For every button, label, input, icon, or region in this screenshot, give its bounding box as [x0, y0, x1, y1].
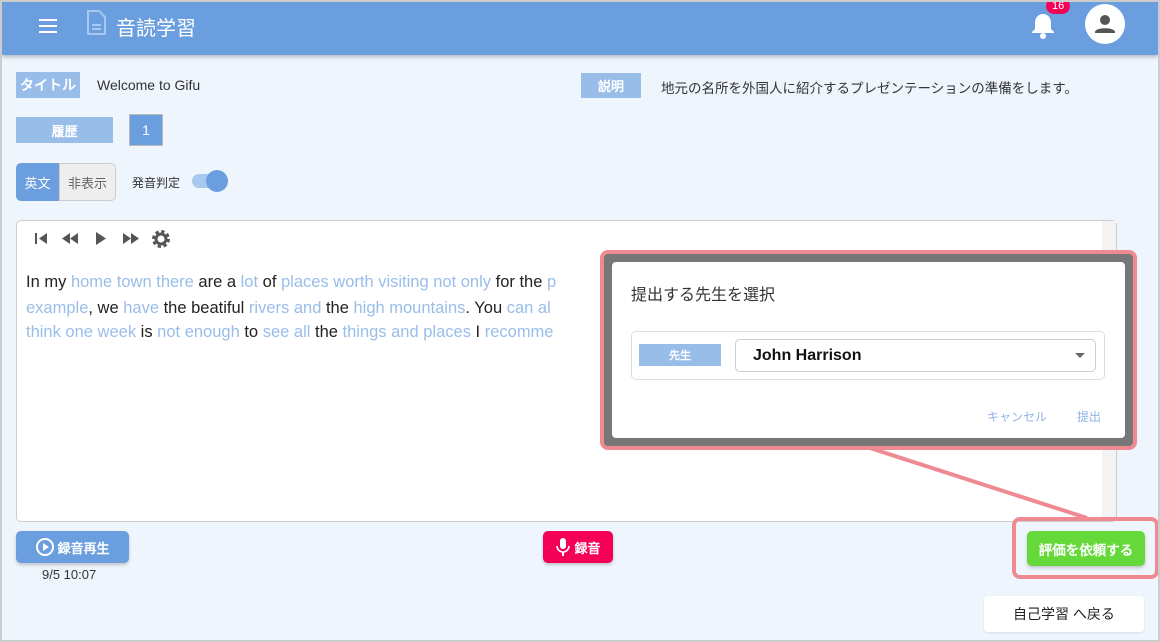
playback-label: 録音再生	[57, 540, 110, 556]
word: are a	[193, 273, 241, 291]
notification-badge: 16	[1046, 2, 1071, 14]
teacher-select-value: John Harrison	[753, 347, 862, 364]
hide-toggle[interactable]: 非表示	[59, 163, 116, 201]
rewind-icon[interactable]	[62, 233, 78, 244]
skip-start-icon[interactable]	[35, 233, 47, 244]
record-button[interactable]: 録音	[543, 531, 613, 563]
highlighted-word: see all	[262, 323, 311, 341]
cancel-button[interactable]: キャンセル	[987, 408, 1047, 425]
word: I	[470, 323, 485, 341]
description-label: 説明	[581, 73, 641, 98]
highlighted-word: think one week	[26, 323, 137, 341]
word: the	[310, 323, 343, 341]
playback-button[interactable]: 録音再生	[16, 531, 129, 563]
highlighted-word: recomme	[484, 323, 554, 341]
word: , we	[88, 299, 124, 317]
highlighted-word: have	[123, 299, 160, 317]
play-circle-icon	[36, 538, 55, 556]
app-window: 音読学習 16 タイトル Welcome to Gifu 説明 地元の名所を外国…	[2, 2, 1158, 640]
record-label: 録音	[574, 540, 601, 556]
submit-button[interactable]: 提出	[1077, 408, 1101, 425]
history-button[interactable]: 1	[129, 114, 163, 146]
player-controls	[35, 230, 170, 248]
description-value: 地元の名所を外国人に紹介するプレゼンテーションの準備をします。	[661, 81, 1078, 96]
word: In my	[26, 273, 71, 291]
playback-time: 9/5 10:07	[42, 567, 97, 582]
title-value: Welcome to Gifu	[97, 77, 201, 93]
history-label: 履歴	[16, 117, 113, 143]
account-icon	[1095, 15, 1115, 33]
word: to	[239, 323, 263, 341]
word: . You	[465, 299, 507, 317]
highlighted-word: p	[546, 273, 557, 291]
microphone-icon	[556, 538, 571, 556]
menu-icon[interactable]	[39, 18, 59, 34]
highlighted-word: example	[26, 299, 89, 317]
document-icon	[87, 10, 106, 35]
pronunciation-label: 発音判定	[132, 176, 181, 190]
select-teacher-dialog: 提出する先生を選択 先生 John Harrison キャンセル 提出	[612, 262, 1125, 438]
highlighted-word: places worth visiting not only	[281, 273, 492, 291]
teacher-row: 先生 John Harrison	[631, 331, 1105, 380]
highlighted-word: not enough	[157, 323, 240, 341]
word: the	[321, 299, 354, 317]
word: the beatiful	[159, 299, 249, 317]
teacher-label: 先生	[639, 344, 721, 366]
highlighted-word: can al	[506, 299, 551, 317]
pronunciation-switch[interactable]	[192, 170, 228, 192]
dialog-title: 提出する先生を選択	[631, 287, 776, 304]
title-label: タイトル	[16, 72, 80, 98]
back-to-self-study-button[interactable]: 自己学習 へ戻る	[984, 596, 1144, 632]
word: is	[136, 323, 158, 341]
highlighted-word: lot	[240, 273, 259, 291]
highlighted-word: high mountains	[353, 299, 466, 317]
request-evaluation-button[interactable]: 評価を依頼する	[1027, 531, 1145, 566]
highlighted-word: home town there	[70, 273, 194, 291]
word: of	[258, 273, 281, 291]
text-line-3: think one week is not enough to see all …	[26, 323, 553, 342]
english-toggle[interactable]: 英文	[16, 163, 59, 201]
dialog-annotation: 提出する先生を選択 先生 John Harrison キャンセル 提出	[600, 250, 1137, 450]
bell-icon[interactable]	[1029, 10, 1057, 40]
chevron-down-icon	[1075, 353, 1085, 358]
highlighted-word: rivers and	[248, 299, 322, 317]
play-icon[interactable]	[96, 232, 106, 245]
text-line-2: example, we have the beatiful rivers and…	[26, 299, 551, 318]
highlighted-word: things and places	[342, 323, 471, 341]
fast-forward-icon[interactable]	[123, 233, 139, 244]
app-title: 音読学習	[116, 18, 196, 40]
word: for the	[491, 273, 547, 291]
text-line-1: In my home town there are a lot of place…	[26, 273, 556, 292]
teacher-select[interactable]: John Harrison	[735, 339, 1096, 372]
avatar[interactable]	[1085, 4, 1125, 44]
app-header: 音読学習 16	[2, 2, 1158, 55]
gear-icon[interactable]	[152, 230, 170, 248]
